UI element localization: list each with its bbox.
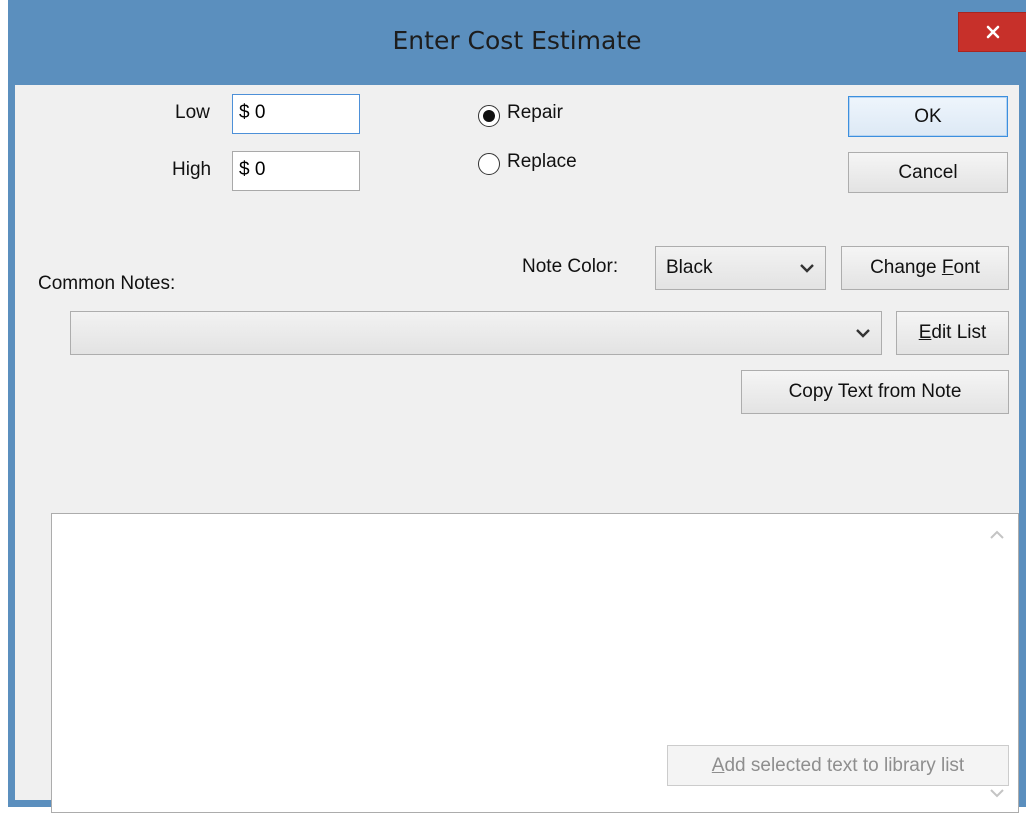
scroll-down-icon[interactable]	[988, 786, 1006, 800]
dialog-client-area: Low $ 0 High $ 0 Repair Replace OK Cance…	[15, 85, 1019, 813]
edit-list-button[interactable]: Edit List	[896, 311, 1009, 355]
note-color-select[interactable]: Black	[655, 246, 826, 290]
repair-radio-button[interactable]	[478, 105, 500, 127]
chevron-down-icon	[800, 264, 814, 273]
edit-list-label: Edit List	[918, 322, 987, 343]
dialog-title: Enter Cost Estimate	[392, 26, 642, 55]
replace-radio-button[interactable]	[478, 153, 500, 175]
chevron-down-icon	[856, 329, 870, 338]
add-selected-text-button[interactable]: Add selected text to library list	[667, 745, 1009, 786]
change-font-button[interactable]: Change Font	[841, 246, 1009, 290]
repair-radio-label[interactable]: Repair	[507, 102, 563, 124]
add-selected-text-label: Add selected text to library list	[711, 754, 965, 776]
low-label: Low	[175, 102, 210, 123]
dialog-window: Enter Cost Estimate Low $ 0 High $ 0 Rep…	[8, 0, 1026, 813]
note-color-label: Note Color:	[522, 256, 619, 277]
high-estimate-input[interactable]: $ 0	[232, 151, 360, 191]
low-estimate-input[interactable]: $ 0	[232, 94, 360, 134]
change-font-label: Change Font	[870, 257, 980, 278]
close-icon	[986, 25, 1000, 39]
copy-text-from-note-button[interactable]: Copy Text from Note	[741, 370, 1009, 414]
common-notes-select[interactable]	[70, 311, 882, 355]
title-bar[interactable]: Enter Cost Estimate	[8, 0, 1026, 85]
cancel-button[interactable]: Cancel	[848, 152, 1008, 193]
note-color-value: Black	[666, 257, 713, 278]
close-button[interactable]	[958, 12, 1026, 52]
replace-radio-label[interactable]: Replace	[507, 151, 577, 173]
common-notes-label: Common Notes:	[38, 273, 176, 294]
high-label: High	[172, 159, 212, 180]
ok-button[interactable]: OK	[848, 96, 1008, 137]
scroll-up-icon[interactable]	[988, 528, 1006, 542]
